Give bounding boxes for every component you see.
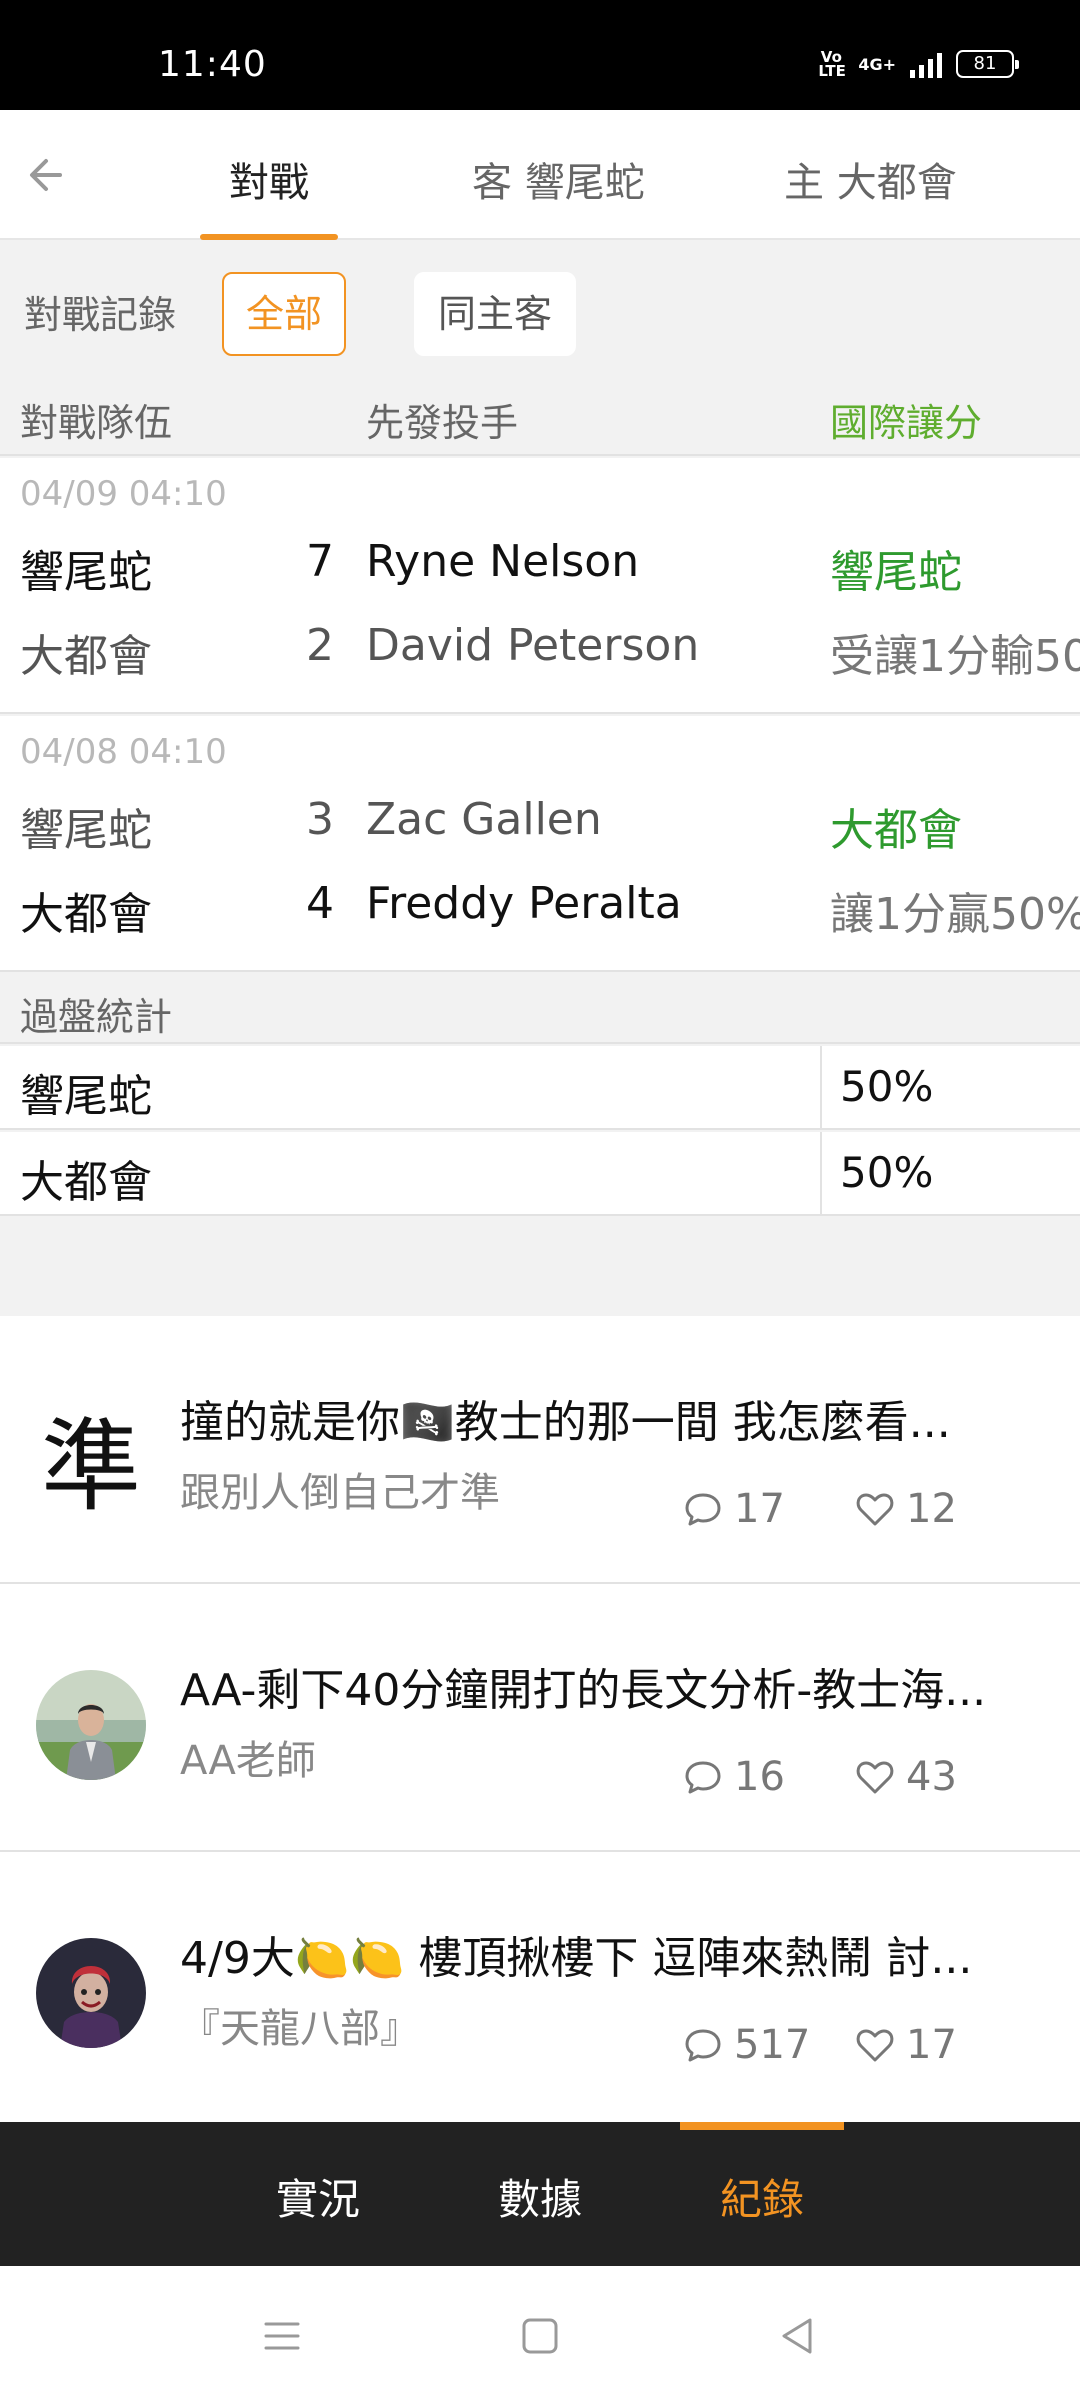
col-pitchers: 先發投手: [366, 401, 519, 445]
filter-chip-same-home-away[interactable]: 同主客: [414, 272, 577, 356]
col-teams: 對戰隊伍: [20, 401, 173, 445]
match-row: 響尾蛇 7 Ryne Nelson 響尾蛇: [0, 536, 1080, 606]
stats-percentage: 50%: [840, 1062, 934, 1111]
status-bar: 11:40 Vo LTE 4G+ 81: [0, 0, 1080, 110]
handicap-result: 響尾蛇: [830, 547, 962, 598]
top-tab-bar: 對戰 客 響尾蛇 主 大都會: [0, 110, 1080, 240]
avatar-photo: [36, 1670, 146, 1780]
team-score: 4: [306, 878, 334, 929]
team-name: 大都會: [20, 631, 152, 682]
comment-icon: [685, 1493, 721, 1526]
stats-header: 過盤統計: [0, 972, 1080, 1044]
tab-away-team[interactable]: 客 響尾蛇: [472, 150, 645, 208]
handicap-result: 大都會: [830, 805, 962, 856]
post-author: AA老師: [180, 1738, 316, 1784]
comment-count: 16: [682, 1754, 785, 1800]
comment-icon: [685, 1761, 721, 1794]
status-time: 11:40: [158, 44, 267, 85]
record-panel: 對戰記錄 全部 同主客 對戰隊伍 先發投手 國際讓分 04/09 04:10 響…: [0, 240, 1080, 1316]
like-count[interactable]: 17: [854, 2022, 957, 2068]
tab-matchup[interactable]: 對戰: [229, 150, 309, 208]
system-nav-bar: [0, 2266, 1080, 2400]
team-name: 響尾蛇: [20, 805, 152, 856]
match-record[interactable]: 04/09 04:10 響尾蛇 7 Ryne Nelson 響尾蛇 大都會 2 …: [0, 458, 1080, 714]
filter-label: 對戰記錄: [24, 293, 177, 337]
tab-home-team[interactable]: 主 大都會: [784, 150, 957, 208]
stats-row: 大都會 50%: [0, 1132, 1080, 1216]
stats-team: 響尾蛇: [20, 1071, 152, 1122]
home-icon[interactable]: [512, 2308, 568, 2364]
team-score: 7: [306, 536, 334, 587]
stats-percentage: 50%: [840, 1148, 934, 1197]
like-count[interactable]: 12: [854, 1486, 957, 1532]
back-icon[interactable]: [770, 2308, 826, 2364]
post-title: 4/9大🍋🍋 樓頂揪樓下 逗陣來熱鬧 討...: [180, 1933, 973, 1984]
signal-icon: [910, 50, 942, 78]
column-divider: [820, 1046, 822, 1130]
team-name: 大都會: [20, 889, 152, 940]
filter-chip-all[interactable]: 全部: [222, 272, 347, 356]
volte-icon: Vo LTE: [818, 48, 846, 80]
battery-icon: 81: [956, 50, 1019, 78]
handicap-detail: 受讓1分輸50%: [830, 631, 1080, 682]
post-author: 跟別人倒自己才準: [180, 1470, 500, 1516]
comment-count-value: 17: [734, 1486, 785, 1532]
avatar[interactable]: [36, 1670, 146, 1780]
match-row: 大都會 2 David Peterson 受讓1分輸50%: [0, 620, 1080, 690]
heart-icon: [856, 1493, 894, 1526]
avatar-photo: [36, 1938, 146, 2048]
nav-live[interactable]: 實況: [276, 2166, 360, 2227]
match-date: 04/09 04:10: [20, 474, 227, 514]
comment-icon: [685, 2029, 721, 2062]
comment-count: 17: [682, 1486, 785, 1532]
post-item[interactable]: AA-剩下40分鐘開打的長文分析-教士海... AA老師 16 43: [0, 1584, 1080, 1852]
status-icons: Vo LTE 4G+ 81: [818, 48, 1019, 80]
post-title: AA-剩下40分鐘開打的長文分析-教士海...: [180, 1665, 987, 1716]
starting-pitcher: David Peterson: [366, 620, 700, 671]
network-type: 4G+: [858, 54, 896, 74]
post-item[interactable]: 4/9大🍋🍋 樓頂揪樓下 逗陣來熱鬧 討... 『天龍八部』 517 17: [0, 1852, 1080, 2122]
post-item[interactable]: 準 撞的就是你🏴‍☠️教士的那一間 我怎麼看... 跟別人倒自己才準 17 12: [0, 1316, 1080, 1584]
active-nav-indicator: [680, 2122, 844, 2130]
column-header: 對戰隊伍 先發投手 國際讓分: [0, 380, 1080, 456]
heart-icon: [856, 1761, 894, 1794]
team-name: 響尾蛇: [20, 547, 152, 598]
starting-pitcher: Zac Gallen: [366, 794, 602, 845]
match-record[interactable]: 04/08 04:10 響尾蛇 3 Zac Gallen 大都會 大都會 4 F…: [0, 716, 1080, 972]
stats-title: 過盤統計: [20, 995, 173, 1039]
menu-icon[interactable]: [254, 2308, 310, 2364]
stats-team: 大都會: [20, 1157, 152, 1208]
avatar[interactable]: 準: [36, 1402, 146, 1512]
stats-row: 響尾蛇 50%: [0, 1046, 1080, 1130]
like-count-value: 17: [906, 2022, 957, 2068]
like-count-value: 12: [906, 1486, 957, 1532]
like-count[interactable]: 43: [854, 1754, 957, 1800]
back-arrow-icon[interactable]: [22, 148, 76, 202]
handicap-detail: 讓1分贏50%: [830, 889, 1080, 940]
like-count-value: 43: [906, 1754, 957, 1800]
match-date: 04/08 04:10: [20, 732, 227, 772]
column-divider: [820, 1132, 822, 1216]
post-title: 撞的就是你🏴‍☠️教士的那一間 我怎麼看...: [180, 1397, 951, 1448]
comment-count-value: 16: [734, 1754, 785, 1800]
nav-data[interactable]: 數據: [498, 2166, 582, 2227]
post-author: 『天龍八部』: [180, 2006, 420, 2052]
comment-count: 517: [682, 2022, 810, 2068]
bottom-nav: 實況 數據 紀錄: [0, 2122, 1080, 2266]
avatar[interactable]: [36, 1938, 146, 2048]
nav-record[interactable]: 紀錄: [720, 2166, 804, 2227]
match-row: 大都會 4 Freddy Peralta 讓1分贏50%: [0, 878, 1080, 948]
comment-count-value: 517: [734, 2022, 811, 2068]
team-score: 2: [306, 620, 334, 671]
heart-icon: [856, 2029, 894, 2062]
filter-bar: 對戰記錄 全部 同主客: [0, 240, 1080, 360]
starting-pitcher: Freddy Peralta: [366, 878, 682, 929]
match-row: 響尾蛇 3 Zac Gallen 大都會: [0, 794, 1080, 864]
team-score: 3: [306, 794, 334, 845]
starting-pitcher: Ryne Nelson: [366, 536, 640, 587]
col-handicap: 國際讓分: [830, 401, 983, 445]
